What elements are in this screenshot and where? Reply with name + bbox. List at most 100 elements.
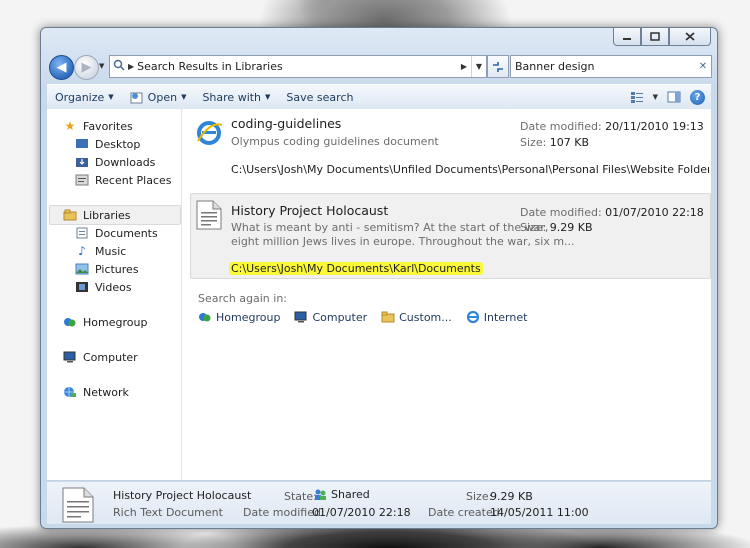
- refresh-button[interactable]: [487, 55, 509, 78]
- address-bar[interactable]: ▶ Search Results in Libraries ▶ ▼: [109, 55, 487, 78]
- search-input[interactable]: Banner design: [511, 60, 695, 73]
- share-with-label: Share with: [202, 90, 262, 104]
- organize-label: Organize: [55, 90, 105, 104]
- breadcrumb[interactable]: Search Results in Libraries: [134, 60, 461, 73]
- save-search-button[interactable]: Save search: [278, 86, 361, 108]
- search-box[interactable]: Banner design ✕: [510, 55, 712, 78]
- change-view-button[interactable]: [627, 88, 647, 106]
- details-pane: History Project Holocaust Rich Text Docu…: [47, 482, 711, 524]
- sidebar-item-label: Downloads: [95, 155, 156, 169]
- result-title[interactable]: coding-guidelines: [231, 116, 341, 131]
- search-computer-link[interactable]: Computer: [294, 311, 367, 324]
- computer-icon: [294, 311, 307, 323]
- search-homegroup-label: Homegroup: [216, 310, 281, 324]
- rich-text-document-icon: [196, 200, 224, 232]
- shared-users-icon: [315, 489, 326, 500]
- sidebar-item-downloads[interactable]: Downloads: [74, 153, 155, 171]
- save-search-label: Save search: [286, 90, 354, 104]
- sidebar-item-videos[interactable]: Videos: [74, 278, 132, 296]
- open-label: Open: [147, 90, 178, 104]
- details-date-created-value: 14/05/2011 11:00: [490, 506, 589, 519]
- details-file-name: History Project Holocaust: [113, 489, 252, 502]
- command-bar: Organize ▼ Open ▼ Share with ▼ Save sear…: [47, 84, 711, 110]
- custom-folder-icon: [381, 311, 395, 323]
- sidebar-item-computer[interactable]: Computer: [62, 348, 138, 366]
- forward-button[interactable]: ▶: [74, 55, 99, 80]
- search-custom-link[interactable]: Custom...: [381, 311, 452, 324]
- result-title[interactable]: History Project Holocaust: [231, 203, 388, 218]
- sidebar-item-documents[interactable]: Documents: [74, 224, 158, 242]
- sidebar-item-label: Documents: [95, 226, 158, 240]
- organize-button[interactable]: Organize ▼: [47, 86, 122, 108]
- minimize-button[interactable]: [613, 28, 641, 46]
- internet-explorer-icon: [466, 310, 479, 324]
- network-icon: [62, 385, 78, 399]
- date-modified-label: Date modified:: [520, 206, 602, 219]
- star-icon: ★: [64, 119, 76, 133]
- recent-pages-dropdown[interactable]: ▼: [99, 62, 107, 72]
- size-value: 107 KB: [549, 136, 590, 149]
- date-modified-label: Date modified:: [520, 120, 602, 133]
- libraries-icon: [62, 208, 78, 222]
- sidebar-item-label: Homegroup: [83, 315, 148, 329]
- search-computer-label: Computer: [312, 310, 368, 324]
- search-custom-label: Custom...: [399, 310, 452, 324]
- back-arrow-icon: ◀: [56, 60, 67, 75]
- preview-pane-button[interactable]: [664, 88, 684, 106]
- size-label: Size:: [520, 136, 547, 149]
- explorer-window: ◀ ▶ ▼ ▶ Search Results in Libraries ▶ ▼ …: [40, 27, 718, 529]
- search-internet-link[interactable]: Internet: [466, 310, 527, 324]
- date-modified-value: 20/11/2010 19:13: [605, 120, 704, 133]
- sidebar-item-pictures[interactable]: Pictures: [74, 260, 139, 278]
- sidebar-item-libraries[interactable]: Libraries: [62, 206, 131, 224]
- size-label: Size:: [520, 221, 547, 234]
- pictures-icon: [74, 262, 90, 276]
- open-button[interactable]: Open ▼: [122, 86, 195, 108]
- sidebar-item-desktop[interactable]: Desktop: [74, 135, 140, 153]
- breadcrumb-end-icon[interactable]: ▶: [461, 62, 471, 71]
- downloads-folder-icon: [74, 155, 90, 169]
- details-state-label: State:: [284, 490, 317, 503]
- result-date-modified: Date modified: 20/11/2010 19:13: [520, 120, 704, 133]
- documents-icon: [74, 226, 90, 240]
- wordpad-icon: [130, 92, 143, 103]
- sidebar-item-homegroup[interactable]: Homegroup: [62, 313, 147, 331]
- close-button[interactable]: [669, 28, 711, 46]
- sidebar-item-music[interactable]: ♪ Music: [74, 242, 126, 260]
- desktop-icon: [74, 137, 90, 151]
- close-icon: [685, 32, 695, 41]
- clear-search-icon[interactable]: ✕: [695, 61, 711, 72]
- address-history-dropdown[interactable]: ▼: [471, 56, 486, 77]
- main-content: ★ Favorites Desktop Downloads Recent Pla…: [47, 109, 711, 481]
- view-list-icon: [630, 92, 643, 103]
- result-date-modified: Date modified: 01/07/2010 22:18: [520, 206, 704, 219]
- view-options-dropdown[interactable]: ▼: [653, 93, 658, 101]
- back-button[interactable]: ◀: [49, 55, 74, 80]
- details-size-label: Size:: [466, 490, 493, 503]
- sidebar-item-favorites[interactable]: ★ Favorites: [62, 117, 133, 135]
- sidebar-item-label: Videos: [95, 280, 132, 294]
- help-button[interactable]: ?: [690, 89, 705, 105]
- details-file-type: Rich Text Document: [113, 506, 223, 519]
- result-size: Size: 107 KB: [520, 136, 589, 149]
- chevron-down-icon: ▼: [108, 93, 114, 101]
- search-homegroup-link[interactable]: Homegroup: [198, 311, 280, 324]
- computer-icon: [62, 350, 78, 364]
- internet-explorer-icon: [196, 119, 224, 151]
- navigation-bar: ◀ ▶ ▼ ▶ Search Results in Libraries ▶ ▼ …: [49, 55, 712, 80]
- sidebar-item-network[interactable]: Network: [62, 383, 129, 401]
- preview-pane-icon: [667, 91, 681, 103]
- sidebar-item-label: Network: [83, 385, 129, 399]
- details-state: Shared: [313, 488, 370, 501]
- share-with-button[interactable]: Share with ▼: [194, 86, 278, 108]
- result-path: C:\Users\Josh\My Documents\Unfiled Docum…: [231, 163, 709, 176]
- search-results: coding-guidelines Olympus coding guideli…: [182, 109, 711, 480]
- navigation-pane: ★ Favorites Desktop Downloads Recent Pla…: [47, 109, 182, 480]
- maximize-button[interactable]: [641, 28, 669, 46]
- rich-text-document-icon: [61, 487, 95, 523]
- sidebar-item-recent-places[interactable]: Recent Places: [74, 171, 172, 189]
- result-size: Size: 9.29 KB: [520, 221, 593, 234]
- help-icon: ?: [694, 91, 701, 103]
- sidebar-item-label: Pictures: [95, 262, 139, 276]
- result-summary: Olympus coding guidelines document: [231, 135, 439, 148]
